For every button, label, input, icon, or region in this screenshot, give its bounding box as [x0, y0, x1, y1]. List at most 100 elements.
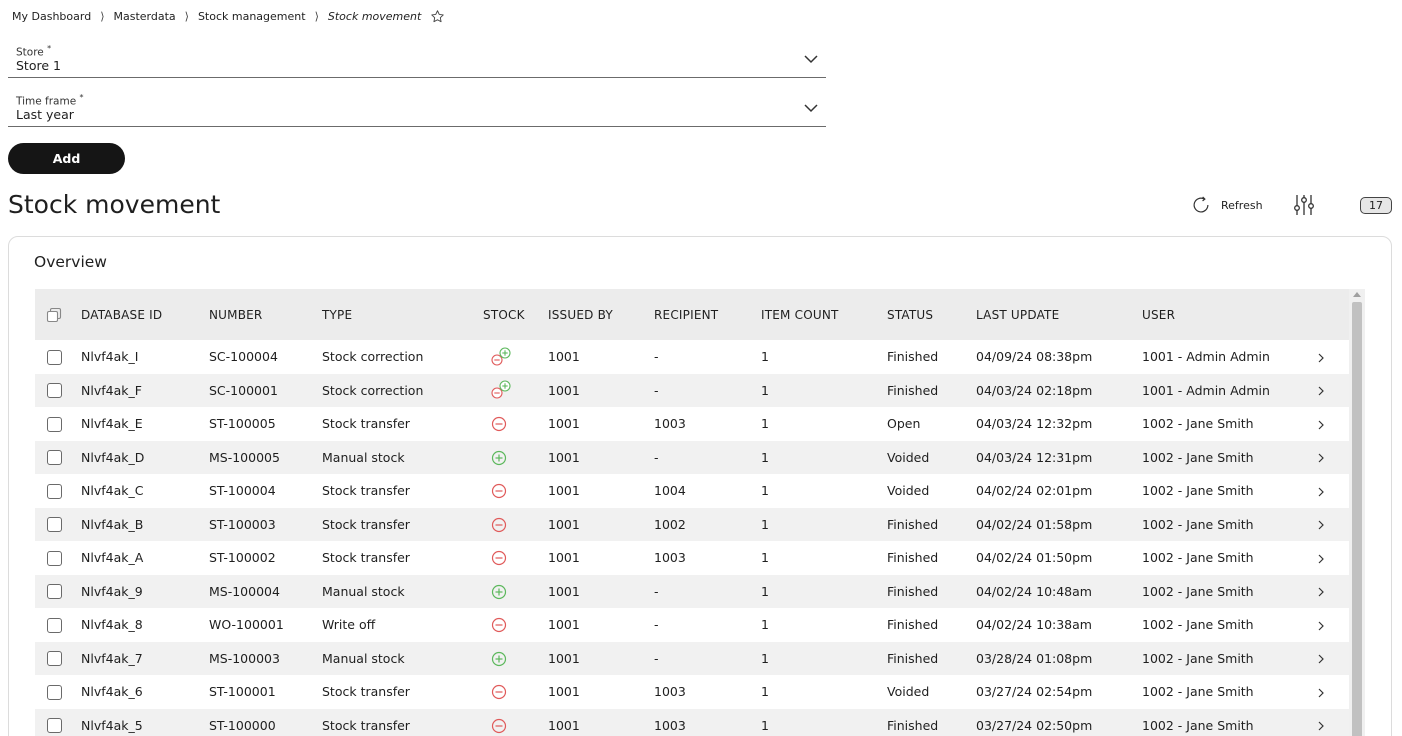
store-label: Store * [16, 44, 52, 59]
col-header-number[interactable]: NUMBER [209, 289, 322, 340]
filter-sliders-icon[interactable] [1292, 193, 1316, 217]
row-checkbox[interactable] [47, 584, 62, 600]
chevron-right-icon[interactable] [1317, 621, 1325, 631]
chevron-right-icon[interactable] [1317, 353, 1325, 363]
table-row[interactable]: Nlvf4ak_A ST-100002 Stock transfer 1001 1003… [35, 541, 1351, 575]
row-checkbox[interactable] [47, 651, 62, 667]
add-button[interactable]: Add [8, 143, 125, 174]
cell-number: MS-100004 [209, 583, 280, 599]
row-checkbox[interactable] [47, 483, 62, 499]
table-row[interactable]: Nlvf4ak_8 WO-100001 Write off 1001 - 1 Finishe… [35, 608, 1351, 642]
cell-db-id: Nlvf4ak_C [81, 483, 144, 499]
scroll-thumb[interactable] [1352, 302, 1362, 736]
cell-last-update: 04/02/24 01:58pm [976, 516, 1093, 532]
select-all-header[interactable] [35, 289, 81, 340]
row-action-cell [1317, 374, 1351, 408]
cell-recipient: 1003 [654, 416, 686, 432]
table-row[interactable]: Nlvf4ak_F SC-100001 Stock correction 1001 - 1… [35, 373, 1351, 408]
cell-number: SC-100001 [209, 382, 278, 398]
row-action-cell [1317, 541, 1351, 575]
table-row[interactable]: Nlvf4ak_C ST-100004 Stock transfer 1001 1004… [35, 474, 1351, 508]
count-badge: 17 [1360, 197, 1392, 214]
cell-user: 1002 - Jane Smith [1142, 550, 1254, 566]
row-checkbox[interactable] [47, 517, 62, 533]
col-header-status[interactable]: STATUS [887, 289, 976, 340]
row-checkbox[interactable] [47, 550, 62, 566]
table-scrollbar[interactable] [1349, 289, 1365, 736]
chevron-right-icon[interactable] [1317, 453, 1325, 463]
row-action-cell [1317, 608, 1351, 642]
chevron-right-icon[interactable] [1317, 654, 1325, 664]
breadcrumb-masterdata[interactable]: Masterdata [113, 10, 175, 23]
row-checkbox[interactable] [47, 617, 62, 633]
cell-user: 1002 - Jane Smith [1142, 717, 1254, 733]
table-row[interactable]: Nlvf4ak_6 ST-100001 Stock transfer 1001 1003… [35, 675, 1351, 709]
breadcrumb-my-dashboard[interactable]: My Dashboard [12, 10, 91, 23]
col-header-last-update[interactable]: LAST UPDATE [976, 289, 1142, 340]
cell-last-update: 04/03/24 02:18pm [976, 382, 1093, 398]
cell-number: ST-100004 [209, 483, 276, 499]
refresh-button[interactable]: Refresh [1190, 194, 1263, 216]
chevron-right-icon[interactable] [1317, 554, 1325, 564]
row-checkbox[interactable] [47, 349, 62, 365]
chevron-right-icon[interactable] [1317, 520, 1325, 530]
chevron-right-icon[interactable] [1317, 487, 1325, 497]
store-select[interactable]: Store * Store 1 [8, 44, 826, 78]
cell-last-update: 04/02/24 01:50pm [976, 550, 1093, 566]
minus-icon [491, 550, 507, 566]
chevron-right-icon[interactable] [1317, 386, 1325, 396]
cell-item-count: 1 [761, 516, 769, 532]
table-row[interactable]: Nlvf4ak_E ST-100005 Stock transfer 1001 1003… [35, 407, 1351, 441]
row-action-cell [1317, 441, 1351, 475]
favorite-star-icon[interactable] [430, 9, 445, 24]
row-checkbox[interactable] [47, 383, 62, 399]
table-row[interactable]: Nlvf4ak_5 ST-100000 Stock transfer 1001 1003… [35, 708, 1351, 736]
cell-status: Voided [887, 449, 930, 465]
row-checkbox[interactable] [47, 684, 62, 700]
row-select-cell [35, 709, 81, 736]
select-all-icon[interactable] [46, 307, 62, 323]
cell-db-id: Nlvf4ak_6 [81, 684, 143, 700]
cell-type: Stock transfer [322, 416, 410, 432]
chevron-right-icon[interactable] [1317, 420, 1325, 430]
timeframe-select[interactable]: Time frame * Last year [8, 93, 826, 127]
chevron-right-icon[interactable] [1317, 721, 1325, 731]
stock-cell [483, 441, 548, 475]
col-header-user[interactable]: USER [1142, 289, 1317, 340]
row-action-cell [1317, 407, 1351, 441]
cell-item-count: 1 [761, 617, 769, 633]
table-row[interactable]: Nlvf4ak_D MS-100005 Manual stock 1001 - 1 Void… [35, 440, 1351, 475]
cell-status: Finished [887, 382, 939, 398]
cell-user: 1002 - Jane Smith [1142, 483, 1254, 499]
cell-issued-by: 1001 [548, 583, 580, 599]
cell-db-id: Nlvf4ak_8 [81, 617, 143, 633]
row-checkbox[interactable] [47, 718, 62, 734]
col-header-database-id[interactable]: DATABASE ID [81, 289, 209, 340]
col-header-item-count[interactable]: ITEM COUNT [761, 289, 887, 340]
table-row[interactable]: Nlvf4ak_9 MS-100004 Manual stock 1001 - 1 Fini… [35, 574, 1351, 608]
col-header-stock[interactable]: STOCK [483, 289, 548, 340]
table-row[interactable]: Nlvf4ak_7 MS-100003 Manual stock 1001 - 1 Fini… [35, 641, 1351, 675]
cell-status: Finished [887, 717, 939, 733]
cell-number: MS-100005 [209, 449, 280, 465]
row-select-cell [35, 608, 81, 642]
cell-issued-by: 1001 [548, 449, 580, 465]
minus-icon [491, 483, 507, 499]
col-header-recipient[interactable]: RECIPIENT [654, 289, 761, 340]
minus-icon [491, 684, 507, 700]
row-checkbox[interactable] [47, 416, 62, 432]
chevron-right-icon[interactable] [1317, 587, 1325, 597]
table-row[interactable]: Nlvf4ak_I SC-100004 Stock correction 1001 - 1… [35, 340, 1351, 374]
cell-item-count: 1 [761, 416, 769, 432]
col-header-type[interactable]: TYPE [322, 289, 483, 340]
cell-item-count: 1 [761, 382, 769, 398]
breadcrumb: My Dashboard ⟩ Masterdata ⟩ Stock manage… [12, 9, 445, 24]
chevron-right-icon[interactable] [1317, 688, 1325, 698]
cell-type: Manual stock [322, 583, 405, 599]
col-header-issued-by[interactable]: ISSUED BY [548, 289, 654, 340]
breadcrumb-stock-management[interactable]: Stock management [198, 10, 306, 23]
scroll-up-arrow[interactable] [1353, 292, 1361, 297]
minus-plus-icon [491, 347, 511, 366]
table-row[interactable]: Nlvf4ak_B ST-100003 Stock transfer 1001 1002… [35, 507, 1351, 541]
row-checkbox[interactable] [47, 450, 62, 466]
